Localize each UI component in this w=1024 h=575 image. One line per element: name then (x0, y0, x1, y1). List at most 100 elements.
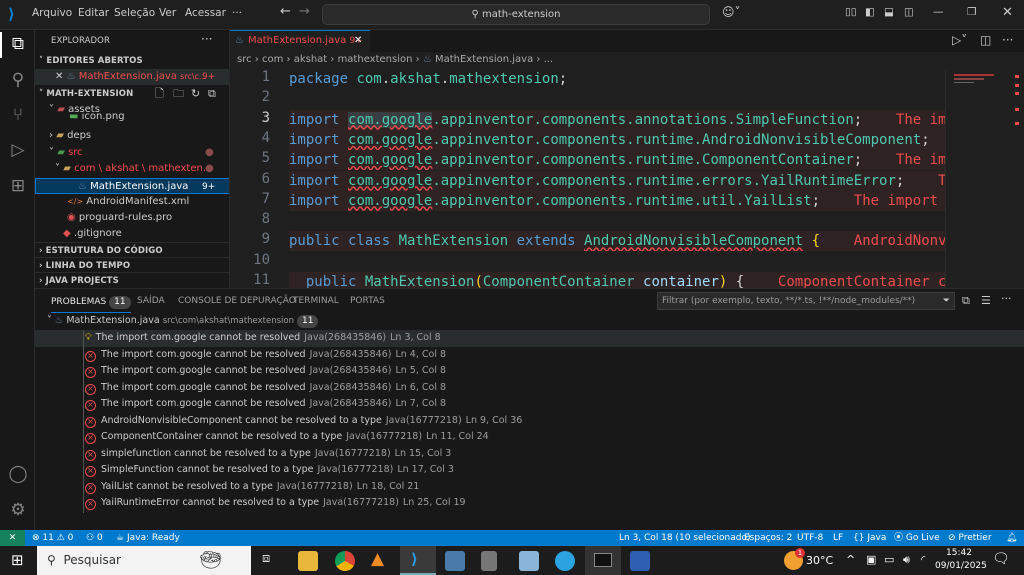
tree-item-manifest[interactable]: </> AndroidManifest.xml (35, 194, 229, 210)
end-of-line[interactable]: LF (833, 530, 843, 546)
run-debug-icon[interactable]: ▷ (7, 140, 29, 162)
code-line[interactable] (289, 89, 949, 109)
code-line[interactable]: import com.google.appinventor.components… (289, 150, 949, 171)
notepad-icon[interactable] (519, 551, 539, 571)
account-icon[interactable]: ◯ (7, 464, 29, 486)
go-live-button[interactable]: ⦿ Go Live (894, 530, 940, 546)
timeline-section[interactable]: › LINHA DO TEMPO (35, 257, 229, 272)
weather-temp[interactable]: 30°C (806, 554, 833, 567)
wifi-icon[interactable]: ◜ (921, 553, 925, 566)
menu-arquivo[interactable]: Arquivo (32, 7, 72, 19)
customize-layout-icon[interactable]: ▯▯ (845, 6, 857, 18)
calculator-icon[interactable] (481, 551, 497, 571)
problem-row[interactable]: × The import com.google cannot be resolve… (35, 363, 1024, 380)
code-line[interactable]: import com.google.appinventor.components… (289, 129, 949, 150)
problems-filter-input[interactable]: Filtrar (por exemplo, texto, **/*.ts, !*… (657, 292, 955, 310)
vlc-icon[interactable]: ▲ (371, 549, 384, 569)
code-line[interactable]: public MathExtension(ComponentContainer … (289, 272, 949, 288)
show-hidden-icons-icon[interactable]: ^ (846, 553, 855, 566)
close-window-icon[interactable]: ✕ (1002, 5, 1013, 20)
clock-time[interactable]: 15:42 (946, 548, 972, 558)
vscode-taskbar-icon[interactable]: ⟩ (400, 546, 436, 575)
source-control-icon[interactable]: ⑂ (7, 105, 29, 127)
task-view-icon[interactable]: ⧈ (262, 551, 270, 566)
battery-icon[interactable]: ▭ (884, 553, 894, 566)
open-editors-header[interactable]: ˅ EDITORES ABERTOS (35, 53, 229, 69)
problem-row[interactable]: × YailRuntimeError cannot be resolved to … (35, 495, 1024, 512)
view-as-list-icon[interactable]: ☰ (981, 294, 991, 307)
collapse-all-icon[interactable]: ⧉ (208, 86, 216, 102)
tree-item-icon-png[interactable]: ▬ icon.png (35, 113, 229, 123)
code-line[interactable]: package com.akshat.mathextension; (289, 69, 949, 89)
editor-tab[interactable]: ♨ MathExtension.java 9+ ✕ (230, 30, 370, 52)
code-line[interactable]: import com.google.appinventor.components… (289, 109, 949, 130)
problem-row[interactable]: × SimpleFunction cannot be resolved to a … (35, 462, 1024, 479)
cursor-position[interactable]: Ln 3, Col 18 (10 selecionado) (619, 530, 750, 546)
menu-more[interactable]: ··· (232, 7, 242, 19)
restore-icon[interactable]: ❐ (967, 6, 976, 18)
copilot-icon[interactable]: ☺˅ (722, 5, 741, 19)
more-actions-icon[interactable]: ··· (201, 32, 212, 46)
refresh-icon[interactable]: ↻ (191, 86, 200, 102)
tree-item-deps[interactable]: › ▰ deps (35, 128, 229, 144)
settings-gear-icon[interactable]: ⚙ (7, 500, 29, 522)
powershell-icon[interactable] (630, 551, 650, 571)
split-editor-icon[interactable]: ◫ (980, 33, 991, 47)
explorer-icon[interactable]: ⧉ (7, 34, 29, 56)
prettier-button[interactable]: ⊘ Prettier (948, 530, 992, 546)
more-actions-icon[interactable]: ··· (1002, 33, 1013, 47)
toggle-secondary-sidebar-icon[interactable]: ◫ (904, 6, 914, 18)
java-status[interactable]: ☕ Java: Ready (116, 530, 180, 546)
code-editor[interactable]: 1 package com.akshat.mathextension; 2 3 impo… (230, 69, 949, 288)
outline-section[interactable]: › ESTRUTURA DO CÓDIGO (35, 242, 229, 257)
breadcrumb-item[interactable]: ... (544, 54, 554, 65)
notifications-bell-icon[interactable]: 🔔︎ (1006, 530, 1017, 546)
terminal-taskbar-icon[interactable] (585, 546, 621, 575)
problem-row[interactable]: 💡︎ The import com.google cannot be resolv… (35, 330, 1024, 347)
collapse-all-icon[interactable]: ⧉ (962, 294, 970, 308)
breadcrumb-item[interactable]: akshat (294, 54, 328, 65)
tab-problemas[interactable]: PROBLEMAS 11 (51, 296, 131, 313)
problem-row[interactable]: × YailList cannot be resolved to a type Ja… (35, 479, 1024, 496)
tree-item-gitignore[interactable]: ◆ .gitignore (35, 226, 229, 242)
telegram-icon[interactable] (555, 551, 575, 571)
search-icon[interactable]: ⚲ (7, 70, 29, 92)
filter-icon[interactable]: ⏷ (943, 293, 950, 309)
close-tab-icon[interactable]: ✕ (354, 31, 362, 51)
code-line[interactable]: import com.google.appinventor.components… (289, 190, 949, 211)
run-icon[interactable]: ▷˅ (952, 33, 967, 47)
forward-arrow-icon[interactable]: → (299, 4, 310, 19)
problem-row[interactable]: × The import com.google cannot be resolve… (35, 347, 1024, 364)
extensions-icon[interactable]: ⊞ (7, 176, 29, 198)
tree-item-mathextension-java[interactable]: ♨ MathExtension.java 9+ (35, 178, 229, 194)
code-line[interactable] (289, 252, 949, 272)
file-explorer-icon[interactable] (298, 551, 318, 571)
new-file-icon[interactable]: 🗋 (155, 86, 164, 102)
tab-saida[interactable]: SAÍDA (137, 296, 165, 306)
lightbulb-icon[interactable]: 💡︎ (85, 332, 92, 343)
tab-console-depuracao[interactable]: CONSOLE DE DEPURAÇÃO (178, 296, 296, 306)
clock-date[interactable]: 09/01/2025 (935, 561, 987, 571)
toggle-sidebar-icon[interactable]: ◧ (865, 6, 875, 18)
breadcrumb-item[interactable]: com (262, 54, 283, 65)
remote-desktop-icon[interactable] (445, 551, 465, 571)
menu-selecao[interactable]: Seleção (114, 7, 155, 19)
meet-icon[interactable]: ▣ (866, 553, 876, 566)
problems-status[interactable]: ⊗ 11 ⚠ 0 (32, 530, 73, 546)
problem-row[interactable]: × ComponentContainer cannot be resolved t… (35, 429, 1024, 446)
tree-item-src[interactable]: ˅ ▰ src ● (35, 145, 229, 161)
problem-row[interactable]: × The import com.google cannot be resolve… (35, 380, 1024, 397)
notification-center-icon[interactable]: 🗨︎ (992, 551, 1010, 567)
java-projects-section[interactable]: › JAVA PROJECTS (35, 272, 229, 287)
code-line[interactable] (289, 211, 949, 231)
close-icon[interactable]: ✕ (55, 71, 67, 82)
minimap[interactable] (945, 70, 1010, 288)
command-center-search[interactable]: ⚲ math-extension (322, 4, 710, 25)
new-folder-icon[interactable]: 🗀 (173, 86, 184, 102)
tab-terminal[interactable]: TERMINAL (293, 296, 339, 306)
chrome-icon[interactable] (335, 551, 355, 571)
problem-file-row[interactable]: ˅ ♨ MathExtension.java src\com\akshat\ma… (35, 313, 1024, 330)
menu-ver[interactable]: Ver (159, 7, 176, 19)
indentation[interactable]: Espaços: 2 (744, 530, 792, 546)
back-arrow-icon[interactable]: ← (280, 4, 291, 19)
